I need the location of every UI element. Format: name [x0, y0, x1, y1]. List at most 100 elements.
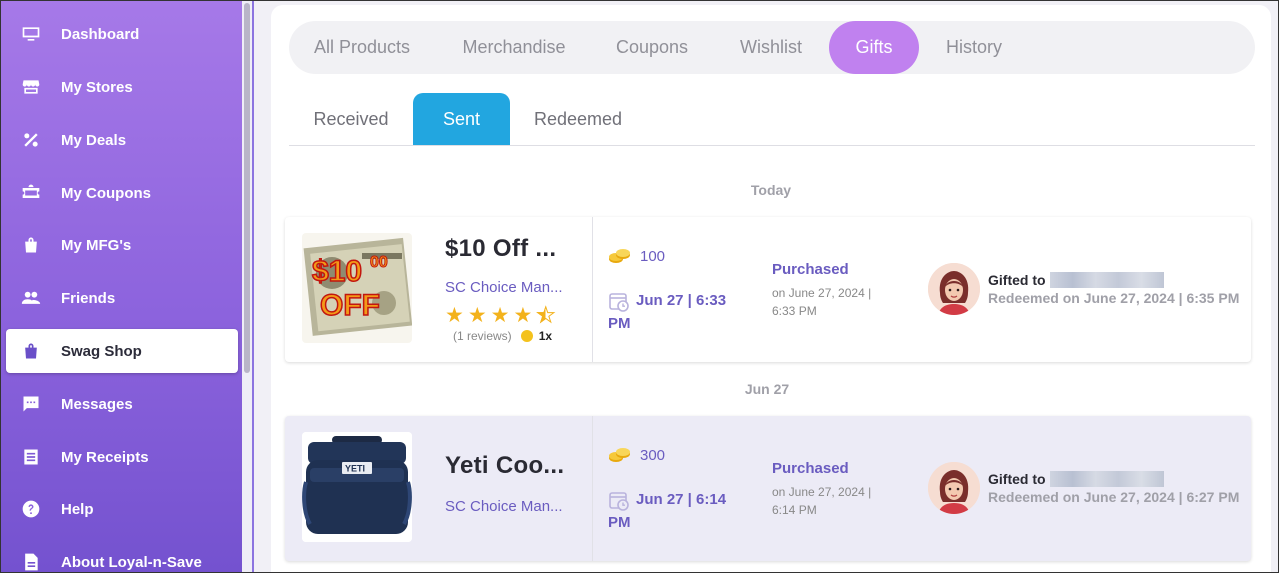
- half-star-icon: ★: [536, 304, 556, 327]
- thumb-text-top: $10: [312, 255, 362, 288]
- gifted-to-label: Gifted to: [988, 272, 1046, 288]
- main-content: All Products Merchandise Coupons Wishlis…: [254, 1, 1278, 585]
- tab-gifts[interactable]: Gifts: [829, 21, 919, 74]
- scrollbar-thumb[interactable]: [244, 3, 250, 373]
- sidebar-item-label: My Deals: [61, 131, 127, 149]
- tab-all-products[interactable]: All Products: [297, 21, 427, 74]
- tab-history[interactable]: History: [929, 21, 1019, 74]
- status-date: on June 27, 2024 | 6:14 PM: [772, 485, 872, 517]
- sidebar-scrollbar[interactable]: [242, 1, 254, 572]
- message-icon: [20, 393, 42, 415]
- star-icon: ★: [490, 304, 510, 327]
- product-store[interactable]: SC Choice Man...: [445, 279, 563, 296]
- gift-date-line1: Jun 27 | 6:33: [636, 292, 727, 309]
- sidebar-item-label: Help: [61, 500, 94, 518]
- coin-icon: [520, 330, 533, 342]
- rating-stars: ★ ★ ★ ★ ★: [445, 304, 556, 327]
- status-date: on June 27, 2024 | 6:33 PM: [772, 286, 872, 318]
- receipt-icon: [20, 446, 42, 468]
- sidebar-item-help[interactable]: Help: [6, 487, 238, 531]
- shopping-bag-icon: [20, 340, 42, 362]
- sidebar-item-label: Swag Shop: [61, 342, 142, 360]
- star-icon: ★: [445, 304, 464, 327]
- coins-icon: [609, 448, 630, 462]
- gift-date: Jun 27 | 6:33 PM: [608, 289, 748, 335]
- gift-date-line2: PM: [608, 514, 631, 532]
- coin-amount: 100: [608, 247, 665, 265]
- product-title[interactable]: $10 Off ...: [445, 235, 556, 263]
- thumb-text-sup: 00: [370, 254, 388, 271]
- tab-wishlist[interactable]: Wishlist: [719, 21, 823, 74]
- sidebar-item-label: My Stores: [61, 78, 133, 96]
- avatar: [928, 462, 980, 514]
- sidebar-item-my-stores[interactable]: My Stores: [6, 65, 238, 109]
- star-icon: ★: [467, 304, 487, 327]
- star-icon: ★: [513, 304, 533, 327]
- sidebar-item-messages[interactable]: Messages: [6, 382, 238, 426]
- sidebar-item-friends[interactable]: Friends: [6, 276, 238, 320]
- status-label: Purchased: [772, 261, 849, 278]
- sidebar-item-label: Messages: [61, 395, 133, 413]
- review-count: (1 reviews) 1x: [453, 329, 552, 343]
- percent-icon: [20, 129, 42, 151]
- sidebar-item-about[interactable]: About Loyal-n-Save: [6, 540, 238, 572]
- product-store[interactable]: SC Choice Man...: [445, 498, 563, 515]
- date-header-today: Today: [750, 182, 792, 198]
- gift-row[interactable]: $10 00 OFF $10 Off ... SC Choice Man... …: [285, 217, 1251, 362]
- gift-date-line2: PM: [608, 315, 631, 333]
- sidebar-item-my-coupons[interactable]: My Coupons: [6, 171, 238, 215]
- gift-subtabs: Received Sent Redeemed: [289, 93, 1255, 146]
- gift-row[interactable]: YETI Yeti Coo... SC Choice Man... 300 Ju…: [285, 416, 1251, 561]
- document-icon: [20, 551, 42, 572]
- help-icon: [20, 498, 42, 520]
- product-thumbnail-coupon: $10 00 OFF: [302, 233, 412, 343]
- sidebar-item-label: Friends: [61, 289, 116, 307]
- status-label: Purchased: [772, 460, 849, 477]
- coin-value: 300: [640, 446, 666, 464]
- sidebar-item-label: About Loyal-n-Save: [61, 553, 202, 571]
- coupon-icon: [20, 182, 42, 204]
- tab-merchandise[interactable]: Merchandise: [445, 21, 583, 74]
- subtab-received[interactable]: Received: [299, 93, 403, 145]
- sidebar-item-my-deals[interactable]: My Deals: [6, 118, 238, 162]
- gift-date-line1: Jun 27 | 6:14: [636, 491, 727, 508]
- recipient-name-redacted: [1049, 272, 1164, 288]
- thumb-text-bottom: OFF: [320, 289, 380, 322]
- sidebar-item-label: My MFG's: [61, 236, 132, 254]
- bag-icon: [20, 234, 42, 256]
- recipient-name-redacted: [1049, 471, 1164, 487]
- swag-shop-card: All Products Merchandise Coupons Wishlis…: [271, 5, 1271, 585]
- category-tabs: All Products Merchandise Coupons Wishlis…: [289, 21, 1255, 74]
- date-header-jun-27: Jun 27: [744, 381, 790, 397]
- avatar: [928, 263, 980, 315]
- gifted-to-label: Gifted to: [988, 471, 1046, 487]
- gifted-to: Gifted to: [988, 272, 1164, 288]
- thumb-brand-text: YETI: [345, 464, 365, 474]
- sidebar-item-dashboard[interactable]: Dashboard: [6, 12, 238, 56]
- sidebar-item-my-receipts[interactable]: My Receipts: [6, 435, 238, 479]
- product-thumbnail-cooler: YETI: [302, 432, 412, 542]
- subtab-redeemed[interactable]: Redeemed: [523, 93, 633, 145]
- sidebar-item-swag-shop[interactable]: Swag Shop: [6, 329, 238, 373]
- calendar-clock-icon: [609, 492, 629, 511]
- review-count-text: (1 reviews): [453, 329, 512, 343]
- multiplier: 1x: [538, 329, 553, 343]
- sidebar-item-label: Dashboard: [61, 25, 140, 43]
- people-icon: [20, 287, 42, 309]
- coin-value: 100: [640, 247, 666, 265]
- divider: [592, 217, 593, 362]
- redeemed-date: Redeemed on June 27, 2024 | 6:35 PM: [988, 290, 1240, 306]
- gifted-to: Gifted to: [988, 471, 1164, 487]
- store-icon: [20, 76, 42, 98]
- sidebar-item-label: My Receipts: [61, 448, 149, 466]
- subtab-sent[interactable]: Sent: [413, 93, 510, 145]
- gift-date: Jun 27 | 6:14 PM: [608, 488, 748, 534]
- tab-coupons[interactable]: Coupons: [599, 21, 705, 74]
- product-title[interactable]: Yeti Coo...: [445, 452, 564, 480]
- sidebar-item-label: My Coupons: [61, 184, 151, 202]
- redeemed-date: Redeemed on June 27, 2024 | 6:27 PM: [988, 489, 1240, 505]
- divider: [592, 416, 593, 561]
- coin-amount: 300: [608, 446, 665, 464]
- sidebar-item-my-mfgs[interactable]: My MFG's: [6, 223, 238, 267]
- calendar-clock-icon: [609, 293, 629, 312]
